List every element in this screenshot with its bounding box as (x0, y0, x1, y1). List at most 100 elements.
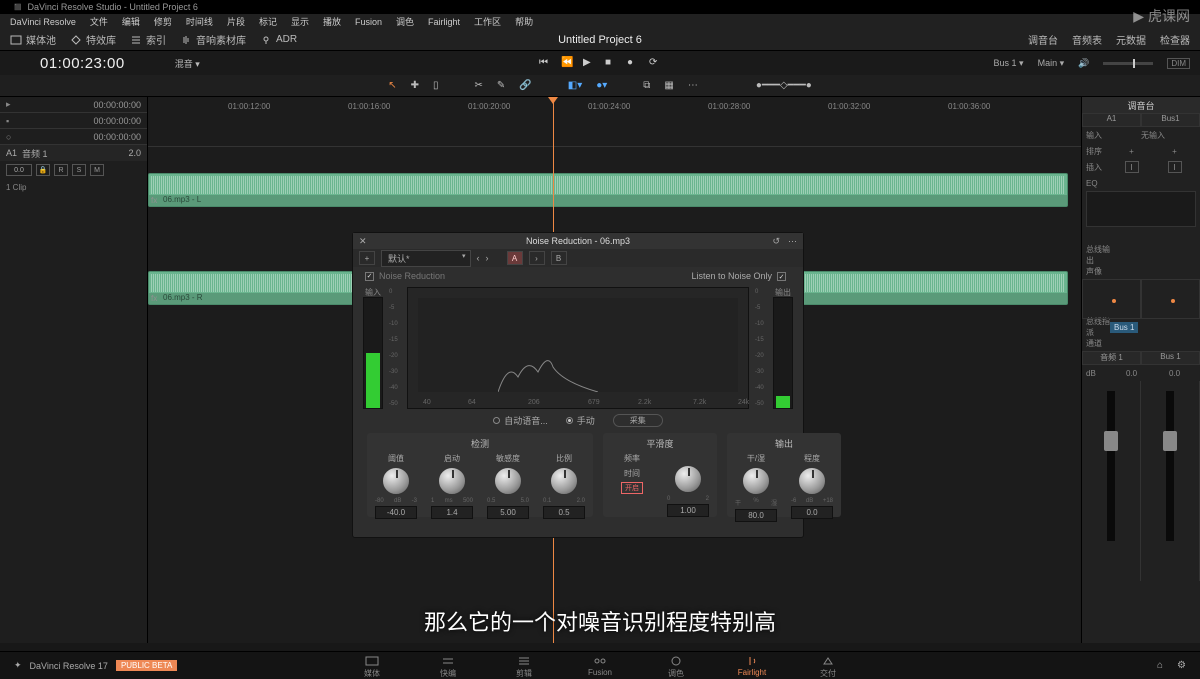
menu-item[interactable]: 播放 (323, 15, 341, 28)
close-icon[interactable]: ✕ (359, 236, 369, 247)
mixer-toggle[interactable]: 调音台 (1028, 32, 1058, 47)
mix-dropdown[interactable]: 混音 ▾ (175, 57, 200, 70)
more-tool[interactable]: ⋯ (688, 80, 698, 91)
pan-control[interactable] (1082, 279, 1141, 319)
menu-item[interactable]: 时间线 (186, 15, 213, 28)
range-tool[interactable]: ▯ (433, 80, 439, 91)
rewind-button[interactable]: ⏪ (561, 57, 573, 69)
smooth-knob[interactable] (674, 465, 702, 493)
marker-color[interactable]: ●▾ (596, 80, 607, 91)
meters-toggle[interactable]: 音频表 (1072, 32, 1102, 47)
timeline-ruler[interactable]: 01:00:12:00 01:00:16:00 01:00:20:00 01:0… (148, 97, 1081, 147)
menu-item[interactable]: 片段 (227, 15, 245, 28)
speaker-icon[interactable]: 🔊 (1078, 58, 1089, 69)
input-select[interactable]: 无输入 (1110, 130, 1196, 141)
menu-item[interactable]: 显示 (291, 15, 309, 28)
threshold-knob[interactable] (382, 467, 410, 495)
nav-fairlight[interactable]: Fairlight (714, 653, 790, 679)
index-toggle[interactable]: 索引 (130, 32, 166, 47)
record-arm[interactable]: R (54, 164, 68, 176)
metadata-toggle[interactable]: 元数据 (1116, 32, 1146, 47)
track-gain[interactable]: 0.0 (6, 164, 32, 176)
drywet-value[interactable]: 80.0 (735, 509, 777, 522)
noise-spectrum-graph[interactable]: 40 64 206 679 2.2k 7.2k 24k (407, 287, 749, 409)
main-select[interactable]: Main ▾ (1038, 58, 1065, 69)
dim-button[interactable]: DIM (1167, 58, 1190, 69)
order-add[interactable]: + (1153, 147, 1196, 156)
mute-button[interactable]: M (90, 164, 104, 176)
play-button[interactable]: ▶ (583, 57, 595, 69)
effects-toggle[interactable]: 特效库 (70, 32, 116, 47)
menu-item[interactable]: DaVinci Resolve (10, 17, 76, 27)
copy-ab[interactable]: › (529, 251, 545, 265)
auto-mode-radio[interactable]: 自动语音... (493, 414, 548, 427)
amount-value[interactable]: 0.0 (791, 506, 833, 519)
insert-slot[interactable]: Ⅰ (1168, 161, 1182, 173)
lock-icon[interactable]: 🔒 (36, 164, 50, 176)
media-pool-toggle[interactable]: 媒体池 (10, 32, 56, 47)
listen-checkbox[interactable]: ✓ (777, 272, 786, 281)
nav-color[interactable]: 调色 (638, 653, 714, 679)
sound-library-toggle[interactable]: 音响素材库 (180, 32, 246, 47)
bus-select[interactable]: Bus 1 ▾ (994, 58, 1024, 69)
add-preset-button[interactable]: + (359, 251, 375, 265)
noise-reduction-dialog[interactable]: ✕ Noise Reduction - 06.mp3 ↺ ⋯ + 默认* ‹ ›… (352, 232, 804, 538)
nav-cut[interactable]: 快编 (410, 653, 486, 679)
bus-assign[interactable]: Bus 1 (1110, 322, 1138, 333)
settings-icon[interactable]: ⚙ (1177, 660, 1186, 671)
nav-media[interactable]: 媒体 (334, 653, 410, 679)
menu-item[interactable]: 文件 (90, 15, 108, 28)
enable-checkbox[interactable]: ✓ (365, 272, 374, 281)
record-button[interactable]: ● (627, 57, 639, 69)
compare-a-button[interactable]: A (507, 251, 523, 265)
drywet-knob[interactable] (742, 467, 770, 495)
audio-clip-l[interactable]: fx 06.mp3 - L (148, 173, 1068, 207)
attack-value[interactable]: 1.4 (431, 506, 473, 519)
nav-fusion[interactable]: Fusion (562, 653, 638, 679)
mixer-ch-a1[interactable]: A1 (1082, 113, 1141, 127)
prev-button[interactable]: ⏮ (539, 57, 551, 69)
blade-tool[interactable]: ✎ (497, 80, 505, 91)
menu-item[interactable]: 标记 (259, 15, 277, 28)
cut-tool[interactable]: ✂ (475, 80, 483, 91)
nav-edit[interactable]: 剪辑 (486, 653, 562, 679)
threshold-value[interactable]: -40.0 (375, 506, 417, 519)
preset-next-icon[interactable]: › (486, 253, 489, 263)
volume-slider[interactable] (1103, 62, 1153, 65)
menu-item[interactable]: Fairlight (428, 17, 460, 27)
timecode-display[interactable]: 01:00:23:00 (40, 55, 125, 72)
track-expand-icon[interactable]: ▸ (6, 99, 11, 110)
fader-a1[interactable] (1082, 381, 1141, 581)
track-expand-icon[interactable]: ○ (6, 132, 11, 142)
reset-icon[interactable]: ↺ (772, 236, 780, 247)
smooth-value[interactable]: 1.00 (667, 504, 709, 517)
link-tool[interactable]: 🔗 (519, 80, 531, 91)
preset-dropdown[interactable]: 默认* (381, 250, 471, 267)
sensitivity-value[interactable]: 5.00 (487, 506, 529, 519)
solo-button[interactable]: S (72, 164, 86, 176)
attack-knob[interactable] (438, 467, 466, 495)
mixer-ch-bus1[interactable]: Bus1 (1141, 113, 1200, 127)
manual-mode-radio[interactable]: 手动 (566, 414, 595, 427)
zoom-slider[interactable]: ●━━━◇━━━● (756, 80, 812, 91)
smooth-onoff[interactable]: 开启 (621, 482, 643, 494)
order-add[interactable]: + (1110, 147, 1153, 156)
amount-knob[interactable] (798, 467, 826, 495)
snap-tool[interactable]: ⧉ (643, 80, 650, 91)
nav-deliver[interactable]: 交付 (790, 653, 866, 679)
grid-tool[interactable]: ▦ (664, 80, 673, 91)
menu-item[interactable]: 修剪 (154, 15, 172, 28)
arrow-tool[interactable]: ↖ (388, 80, 396, 91)
learn-button[interactable]: 采集 (613, 414, 663, 427)
stop-button[interactable]: ■ (605, 57, 617, 69)
menu-item[interactable]: 工作区 (474, 15, 501, 28)
menu-item[interactable]: 调色 (396, 15, 414, 28)
inspector-toggle[interactable]: 检查器 (1160, 32, 1190, 47)
adr-toggle[interactable]: ADR (260, 34, 297, 46)
menu-item[interactable]: 编辑 (122, 15, 140, 28)
options-icon[interactable]: ⋯ (788, 236, 797, 247)
pan-control[interactable] (1141, 279, 1200, 319)
home-icon[interactable]: ⌂ (1157, 660, 1163, 671)
track-expand-icon[interactable]: ▪ (6, 116, 9, 126)
compare-b-button[interactable]: B (551, 251, 567, 265)
